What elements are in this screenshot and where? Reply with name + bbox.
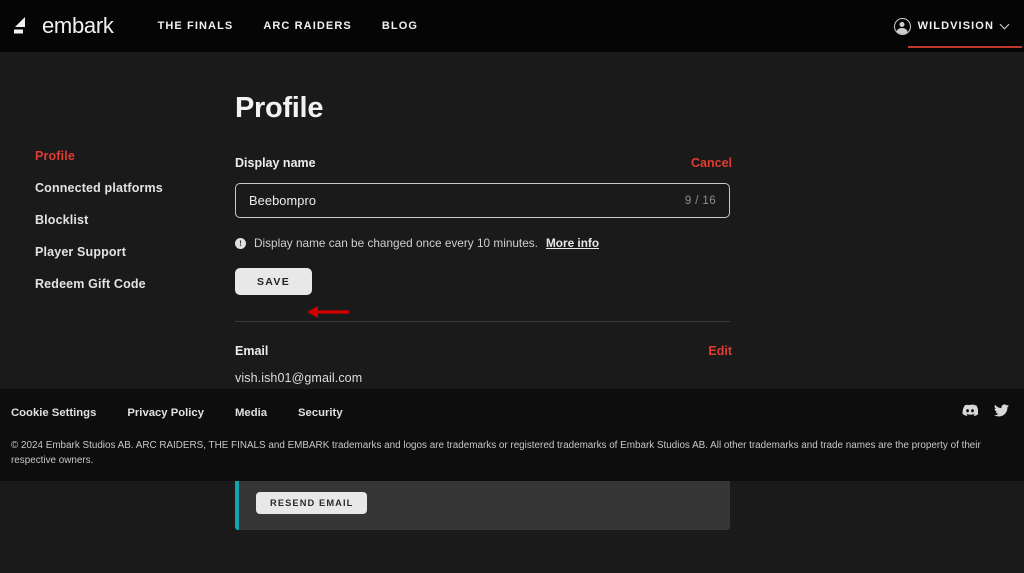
chevron-down-icon [1001, 20, 1010, 29]
primary-nav: THE FINALS ARC RAIDERS BLOG [158, 20, 418, 32]
account-menu[interactable]: WILDVISION [893, 0, 1010, 52]
sidebar-item-profile[interactable]: Profile [35, 149, 235, 163]
footer-link-privacy-policy[interactable]: Privacy Policy [127, 407, 204, 419]
twitter-icon[interactable] [994, 403, 1009, 422]
footer-links: Cookie Settings Privacy Policy Media Sec… [11, 407, 343, 419]
display-name-value[interactable]: Beebompro [249, 193, 685, 208]
page-body: Profile Connected platforms Blocklist Pl… [0, 52, 1024, 531]
email-section: Email Edit vish.ish01@gmail.com [235, 344, 732, 385]
user-circle-icon [893, 17, 911, 35]
email-label: Email [235, 344, 269, 358]
brand-name: embark [42, 13, 114, 38]
email-header: Email Edit [235, 344, 732, 358]
footer-top-row: Cookie Settings Privacy Policy Media Sec… [11, 389, 1013, 436]
nav-item-blog[interactable]: BLOG [382, 20, 418, 32]
character-counter: 9 / 16 [684, 194, 716, 207]
resend-email-button[interactable]: RESEND EMAIL [256, 492, 368, 515]
discord-icon[interactable] [962, 403, 979, 422]
display-name-label: Display name [235, 156, 316, 170]
footer-link-media[interactable]: Media [235, 407, 267, 419]
embark-logo-icon [11, 15, 33, 37]
brand-logo[interactable]: embark [11, 13, 114, 39]
page-title: Profile [235, 92, 324, 124]
sidebar-item-player-support[interactable]: Player Support [35, 245, 235, 259]
info-icon: ! [235, 237, 246, 249]
display-name-header: Display name Cancel [235, 156, 732, 170]
social-links [962, 403, 1009, 422]
edit-email-button[interactable]: Edit [708, 344, 732, 358]
hint-text: Display name can be changed once every 1… [254, 236, 538, 250]
nav-item-arc-raiders[interactable]: ARC RAIDERS [263, 20, 352, 32]
site-header: embark THE FINALS ARC RAIDERS BLOG WILDV… [0, 0, 1024, 52]
nav-item-the-finals[interactable]: THE FINALS [158, 20, 234, 32]
sidebar-item-blocklist[interactable]: Blocklist [35, 213, 235, 227]
save-button[interactable]: SAVE [235, 268, 313, 295]
email-value: vish.ish01@gmail.com [235, 371, 363, 385]
section-divider [235, 321, 730, 322]
site-footer: Cookie Settings Privacy Policy Media Sec… [0, 389, 1024, 481]
sidebar-item-connected-platforms[interactable]: Connected platforms [35, 181, 235, 195]
footer-link-cookie-settings[interactable]: Cookie Settings [11, 407, 96, 419]
cancel-button[interactable]: Cancel [691, 156, 732, 170]
footer-legal-text: © 2024 Embark Studios AB. ARC RAIDERS, T… [11, 440, 981, 467]
account-active-indicator [908, 46, 1022, 48]
display-name-input[interactable]: Beebompro 9 / 16 [235, 183, 730, 218]
sidebar-item-redeem-gift-code[interactable]: Redeem Gift Code [35, 277, 235, 291]
more-info-link[interactable]: More info [546, 236, 599, 250]
footer-link-security[interactable]: Security [298, 407, 343, 419]
account-username: WILDVISION [917, 20, 994, 32]
display-name-hint: ! Display name can be changed once every… [235, 236, 732, 250]
display-name-section: Display name Cancel Beebompro 9 / 16 ! D… [235, 156, 732, 295]
